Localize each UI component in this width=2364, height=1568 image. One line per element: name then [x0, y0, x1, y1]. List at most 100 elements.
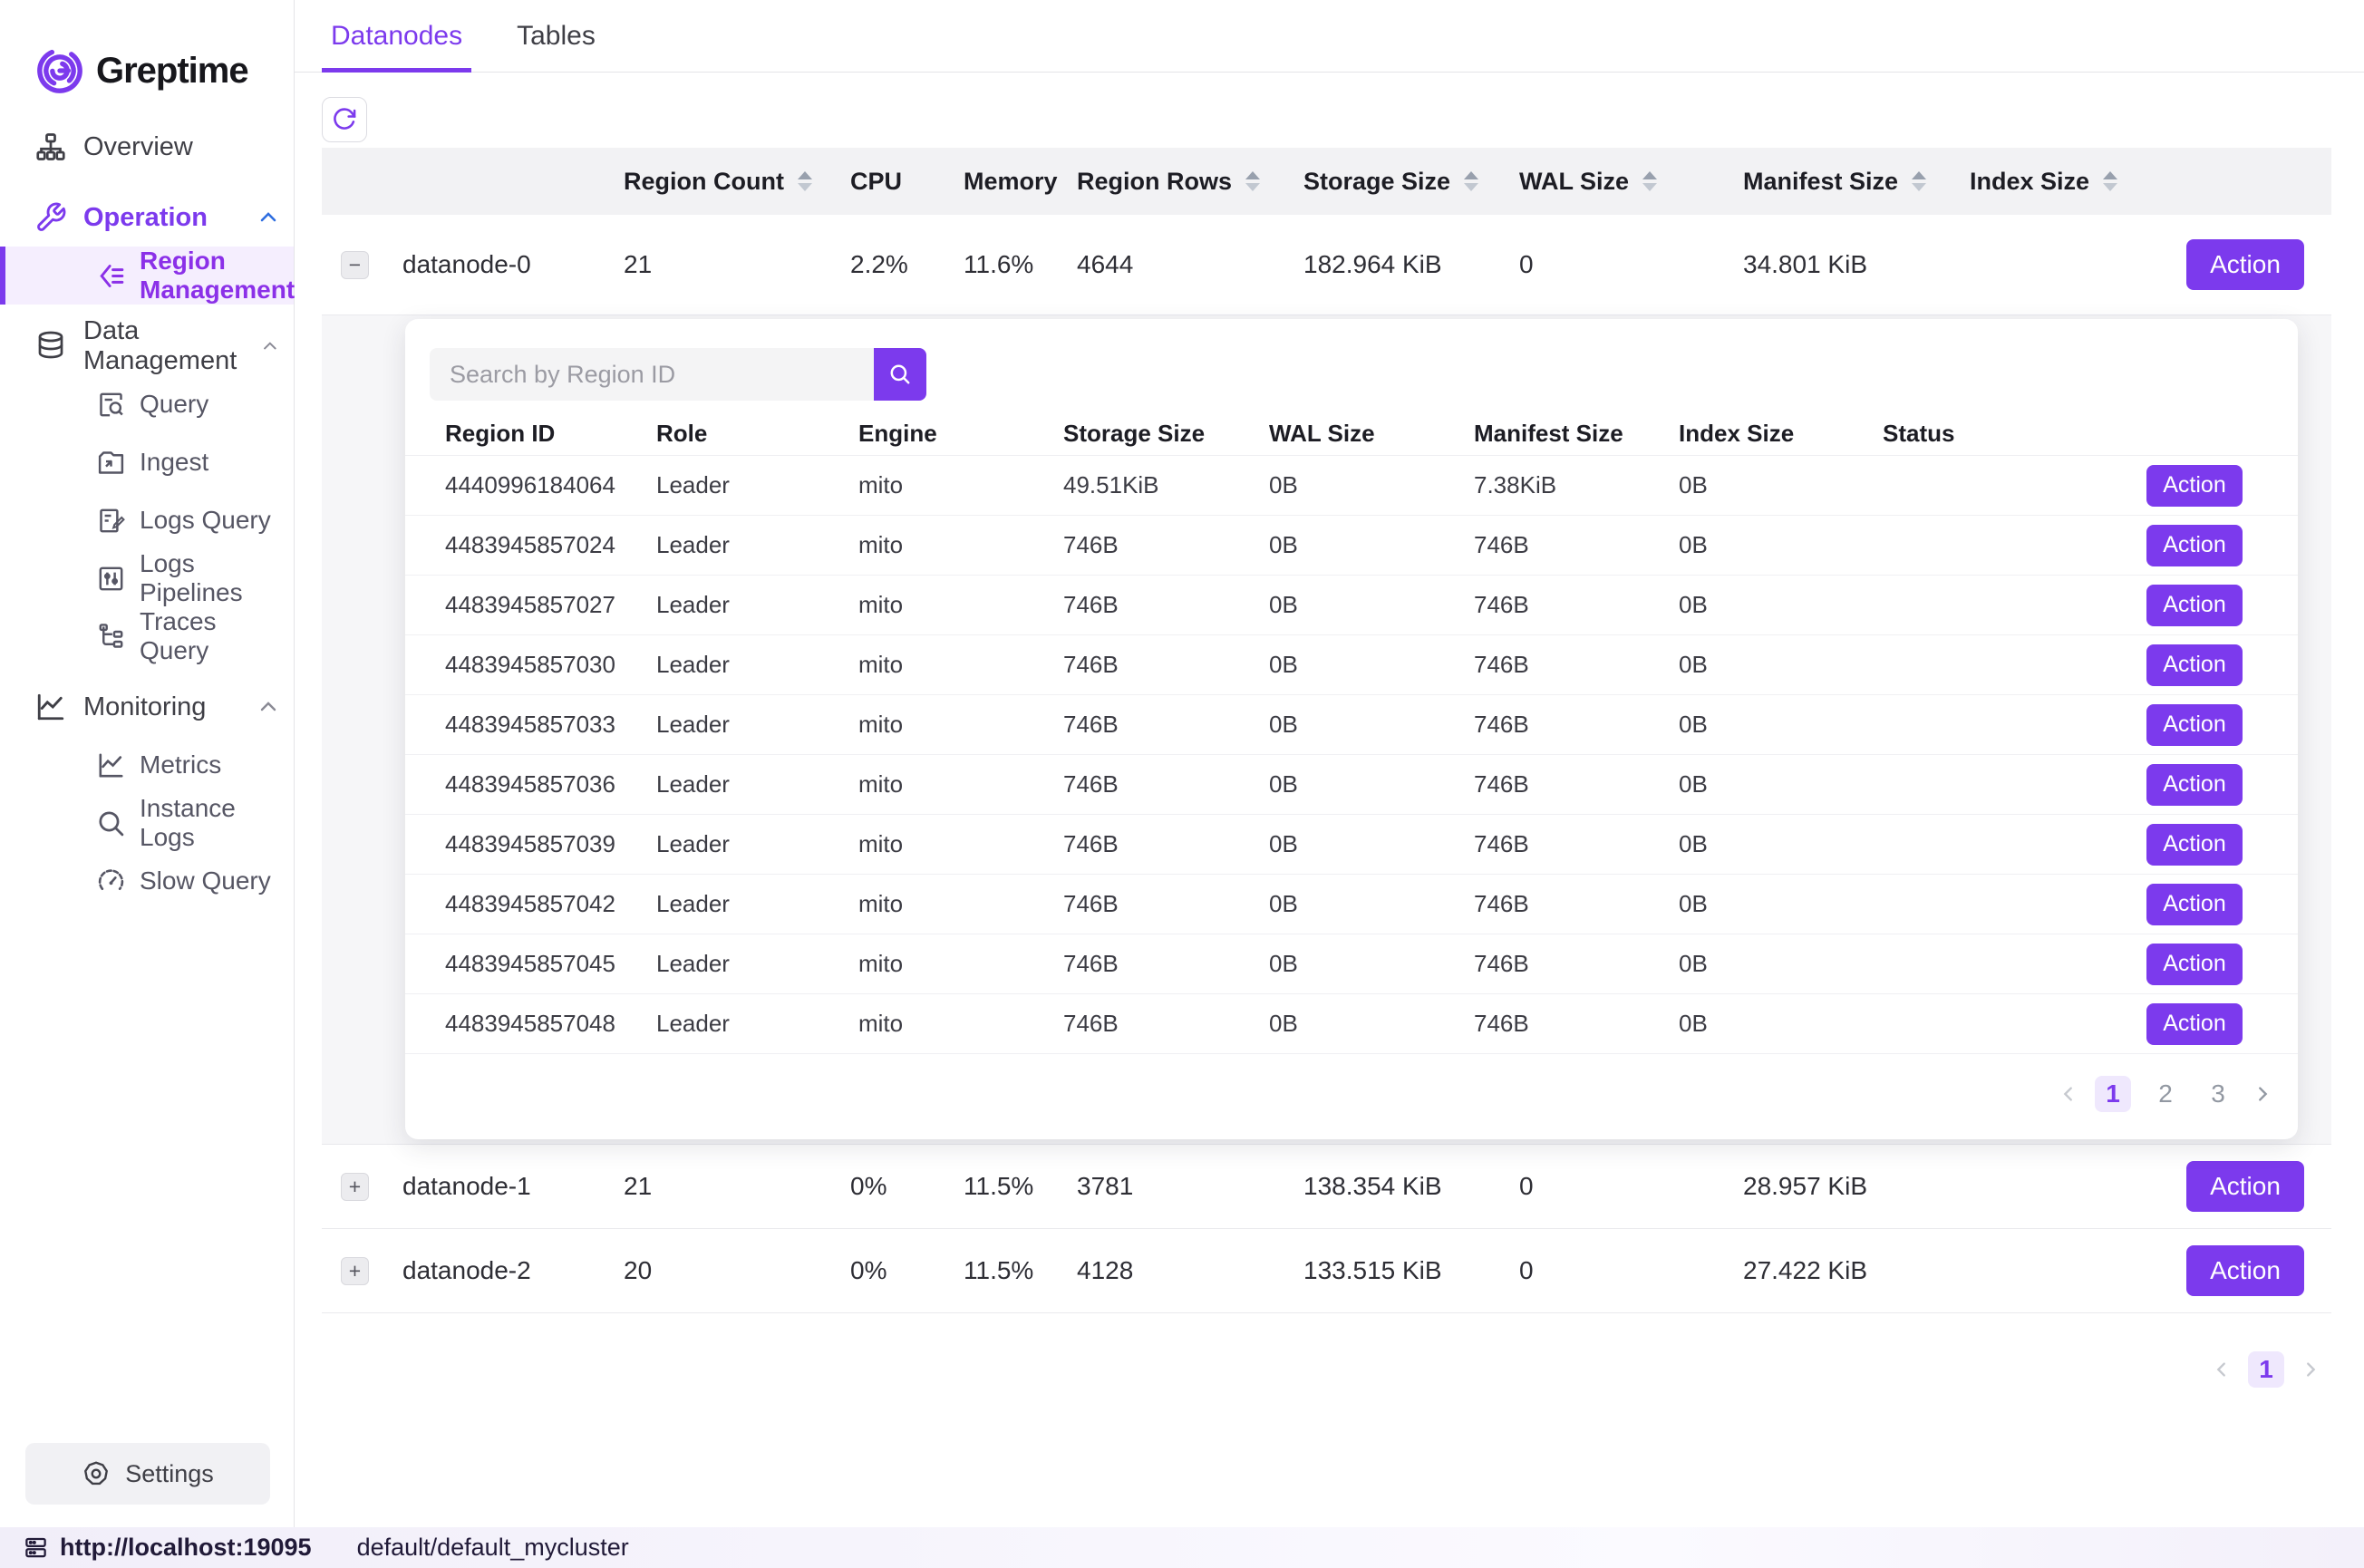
table-row-datanode-0: − datanode-0 21 2.2% 11.6% 4644 182.964 … — [322, 215, 2331, 315]
sidebar-item-slow-query[interactable]: Slow Query — [0, 852, 294, 910]
tab-tables[interactable]: Tables — [508, 0, 605, 73]
cell-region-count: 21 — [624, 1172, 850, 1201]
cell-storage-size: 746B — [1063, 890, 1269, 918]
sidebar-item-operation[interactable]: Operation — [0, 189, 294, 247]
cell-manifest-size: 746B — [1474, 1010, 1679, 1038]
cell-role: Leader — [656, 651, 858, 679]
action-button[interactable]: Action — [2146, 944, 2243, 985]
sidebar-item-overview[interactable]: Overview — [0, 118, 294, 176]
action-button[interactable]: Action — [2146, 1003, 2243, 1045]
col-index-size[interactable]: Index Size — [1970, 168, 2331, 196]
prev-page-icon[interactable] — [2059, 1084, 2078, 1104]
chevron-up-icon[interactable] — [261, 335, 279, 357]
cell-region-id: 4483945857024 — [445, 531, 656, 559]
sidebar-item-metrics[interactable]: Metrics — [0, 736, 294, 794]
col-cpu: CPU — [850, 168, 964, 196]
cell-engine: mito — [858, 651, 1063, 679]
action-button[interactable]: Action — [2146, 585, 2243, 626]
page-1[interactable]: 1 — [2095, 1076, 2131, 1112]
settings-button[interactable]: Settings — [25, 1443, 270, 1505]
cell-role: Leader — [656, 531, 858, 559]
sort-icon[interactable] — [1912, 171, 1926, 191]
sort-icon[interactable] — [2103, 171, 2117, 191]
next-page-icon[interactable] — [2253, 1084, 2272, 1104]
col-storage-size: Storage Size — [1063, 420, 1269, 448]
col-wal-size[interactable]: WAL Size — [1519, 168, 1743, 196]
action-button[interactable]: Action — [2186, 1161, 2304, 1212]
sidebar: Greptime Overview Operation — [0, 0, 295, 1527]
expand-button[interactable]: + — [341, 1173, 369, 1201]
action-button[interactable]: Action — [2146, 525, 2243, 566]
table-row-datanode-2: + datanode-2 20 0% 11.5% 4128 133.515 Ki… — [322, 1229, 2331, 1313]
sort-icon[interactable] — [1245, 171, 1260, 191]
action-button[interactable]: Action — [2146, 824, 2243, 866]
sidebar-item-ingest[interactable]: Ingest — [0, 433, 294, 491]
col-manifest-size: Manifest Size — [1474, 420, 1679, 448]
cluster-name[interactable]: default/default_mycluster — [357, 1534, 629, 1562]
sidebar-item-traces-query[interactable]: Traces Query — [0, 607, 294, 665]
cell-engine: mito — [858, 591, 1063, 619]
prev-page-icon[interactable] — [2212, 1360, 2232, 1379]
cell-manifest-size: 28.957 KiB — [1743, 1172, 1970, 1201]
cell-region-id: 4483945857045 — [445, 950, 656, 978]
next-page-icon[interactable] — [2301, 1360, 2320, 1379]
refresh-button[interactable] — [322, 97, 367, 142]
action-button[interactable]: Action — [2146, 704, 2243, 746]
cell-index-size: 0B — [1679, 531, 1883, 559]
datanodes-table-header: Region Count CPU Memory Region Rows Stor… — [322, 148, 2331, 215]
col-storage-size[interactable]: Storage Size — [1303, 168, 1519, 196]
cell-engine: mito — [858, 531, 1063, 559]
col-region-rows[interactable]: Region Rows — [1077, 168, 1303, 196]
expand-button[interactable]: + — [341, 1257, 369, 1285]
sitemap-icon — [34, 131, 67, 163]
sidebar-item-label: Data Management — [83, 316, 261, 376]
regions-card: Region ID Role Engine Storage Size WAL S… — [405, 319, 2298, 1139]
page-3[interactable]: 3 — [2200, 1076, 2236, 1112]
sidebar-item-monitoring[interactable]: Monitoring — [0, 678, 294, 736]
cell-storage-size: 49.51KiB — [1063, 471, 1269, 499]
col-manifest-size[interactable]: Manifest Size — [1743, 168, 1970, 196]
action-button[interactable]: Action — [2146, 764, 2243, 806]
sidebar-item-instance-logs[interactable]: Instance Logs — [0, 794, 294, 852]
sort-icon[interactable] — [798, 171, 812, 191]
action-button[interactable]: Action — [2186, 239, 2304, 290]
collapse-button[interactable]: − — [341, 251, 369, 279]
chevron-up-icon[interactable] — [257, 207, 279, 228]
region-row: 4483945857027 Leader mito 746B 0B 746B 0… — [405, 576, 2298, 635]
region-search-button[interactable] — [874, 348, 926, 401]
chevron-up-icon[interactable] — [257, 696, 279, 718]
action-button[interactable]: Action — [2146, 465, 2243, 507]
table-row-datanode-1: + datanode-1 21 0% 11.5% 3781 138.354 Ki… — [322, 1145, 2331, 1229]
sidebar-item-label: Logs Pipelines — [140, 549, 279, 607]
action-button[interactable]: Action — [2146, 644, 2243, 686]
region-search-input[interactable] — [430, 348, 874, 401]
col-region-id: Region ID — [445, 420, 656, 448]
cell-region-rows: 4644 — [1077, 250, 1303, 279]
col-region-count[interactable]: Region Count — [624, 168, 850, 196]
cell-storage-size: 133.515 KiB — [1303, 1256, 1519, 1285]
cell-role: Leader — [656, 770, 858, 799]
server-url[interactable]: http://localhost:19095 — [60, 1534, 312, 1562]
sidebar-item-region-management[interactable]: Region Management — [0, 247, 294, 305]
sidebar-item-data-management[interactable]: Data Management — [0, 317, 294, 375]
cell-region-id: 4483945857039 — [445, 830, 656, 858]
tab-datanodes[interactable]: Datanodes — [322, 0, 471, 73]
tab-label: Tables — [517, 21, 596, 52]
cell-storage-size: 746B — [1063, 531, 1269, 559]
server-icon — [24, 1535, 48, 1560]
page-2[interactable]: 2 — [2147, 1076, 2184, 1112]
cell-role: Leader — [656, 711, 858, 739]
sidebar-item-query[interactable]: Query — [0, 375, 294, 433]
cell-wal-size: 0B — [1269, 591, 1474, 619]
cell-index-size: 0B — [1679, 1010, 1883, 1038]
sidebar-item-logs-pipelines[interactable]: Logs Pipelines — [0, 549, 294, 607]
greptime-logo-icon — [34, 45, 85, 96]
col-label: Index Size — [1970, 168, 2089, 196]
page-1[interactable]: 1 — [2248, 1351, 2284, 1388]
sort-icon[interactable] — [1464, 171, 1478, 191]
action-button[interactable]: Action — [2146, 884, 2243, 925]
sidebar-item-logs-query[interactable]: Logs Query — [0, 491, 294, 549]
cell-storage-size: 746B — [1063, 591, 1269, 619]
sort-icon[interactable] — [1642, 171, 1657, 191]
action-button[interactable]: Action — [2186, 1245, 2304, 1296]
